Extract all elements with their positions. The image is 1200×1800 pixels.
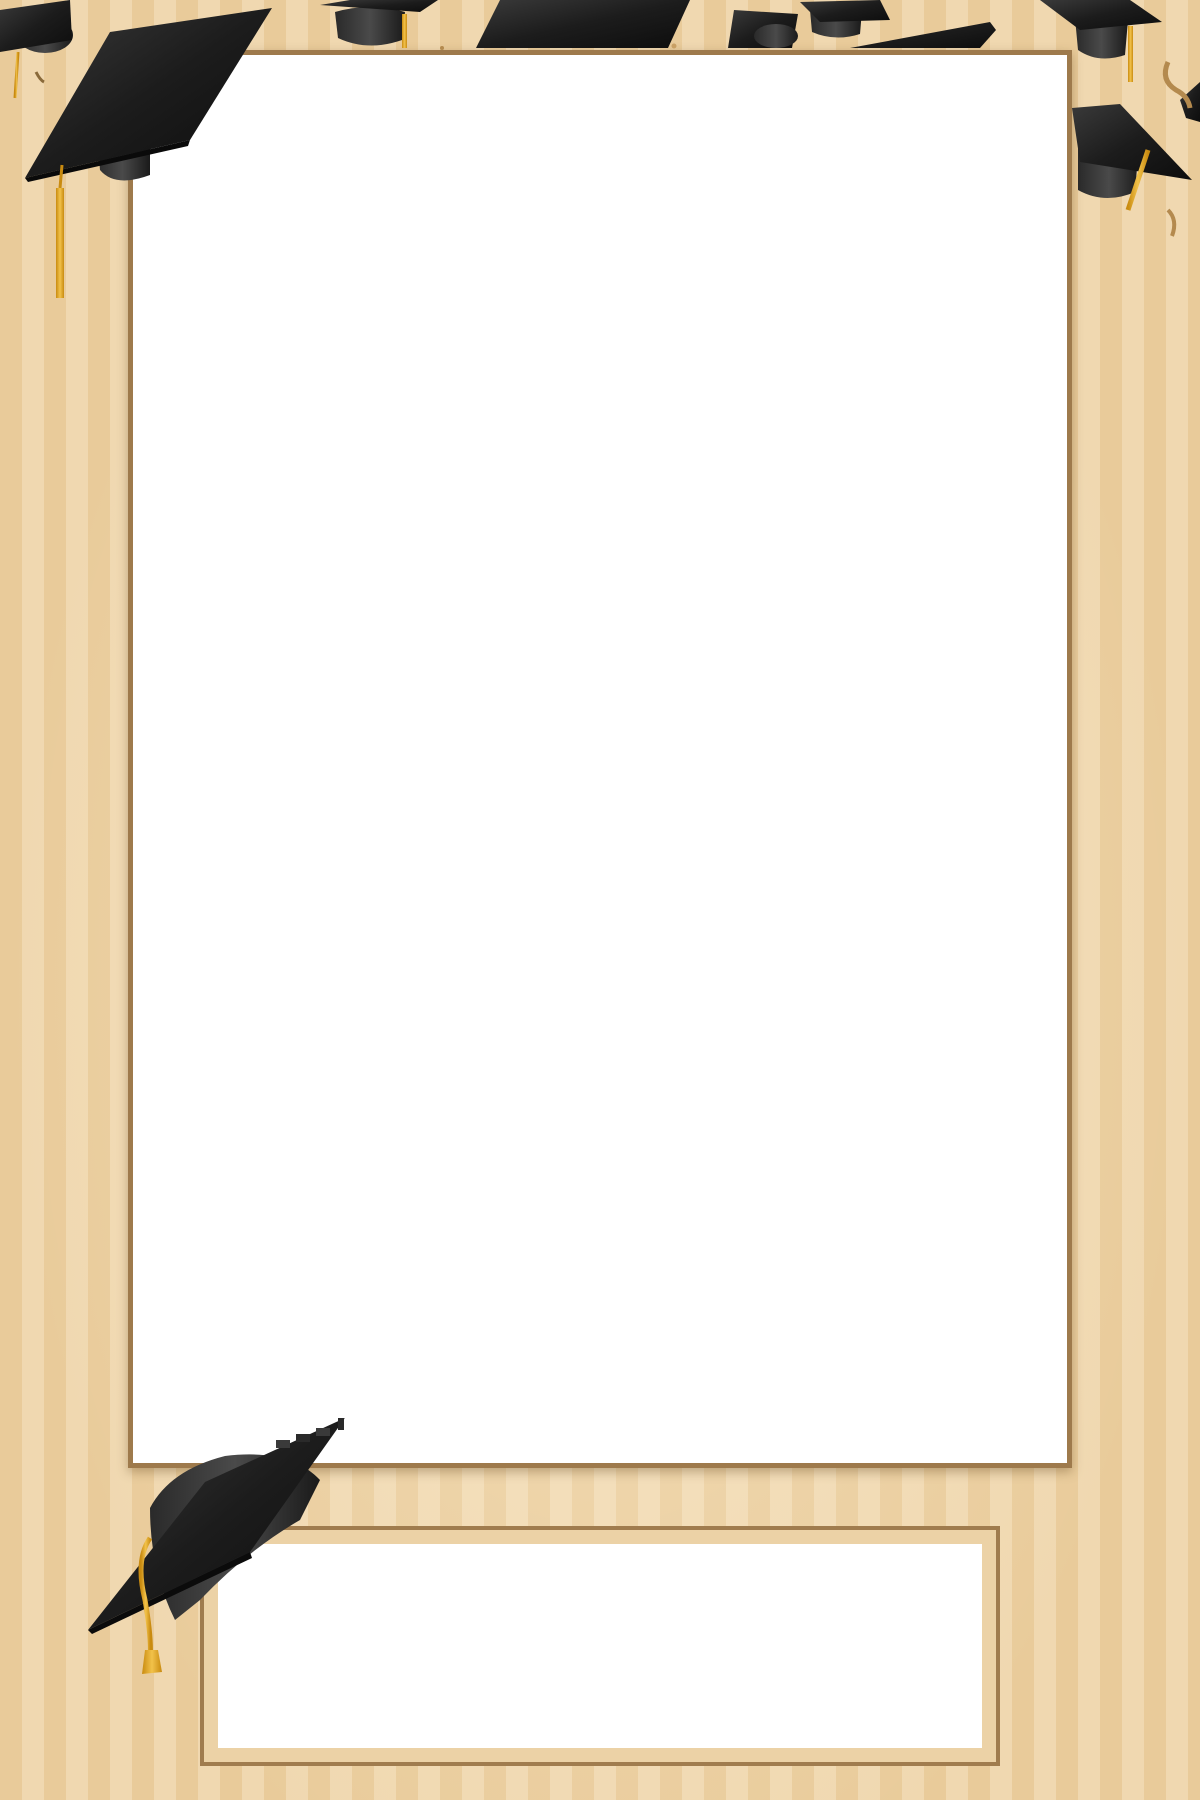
caption-area — [218, 1544, 982, 1748]
graduation-cap-icon — [476, 0, 690, 48]
graduation-cap-icon — [1180, 82, 1200, 122]
graduation-cap-icon — [850, 22, 996, 48]
photo-frame — [128, 50, 1072, 1468]
graduation-cap-icon — [728, 10, 798, 48]
graduation-cap-icon — [320, 0, 438, 48]
graduation-cap-icon — [0, 0, 73, 99]
graduation-cap-icon — [800, 0, 890, 38]
caption-frame — [200, 1526, 1000, 1766]
graduation-cap-icon — [1072, 104, 1192, 211]
